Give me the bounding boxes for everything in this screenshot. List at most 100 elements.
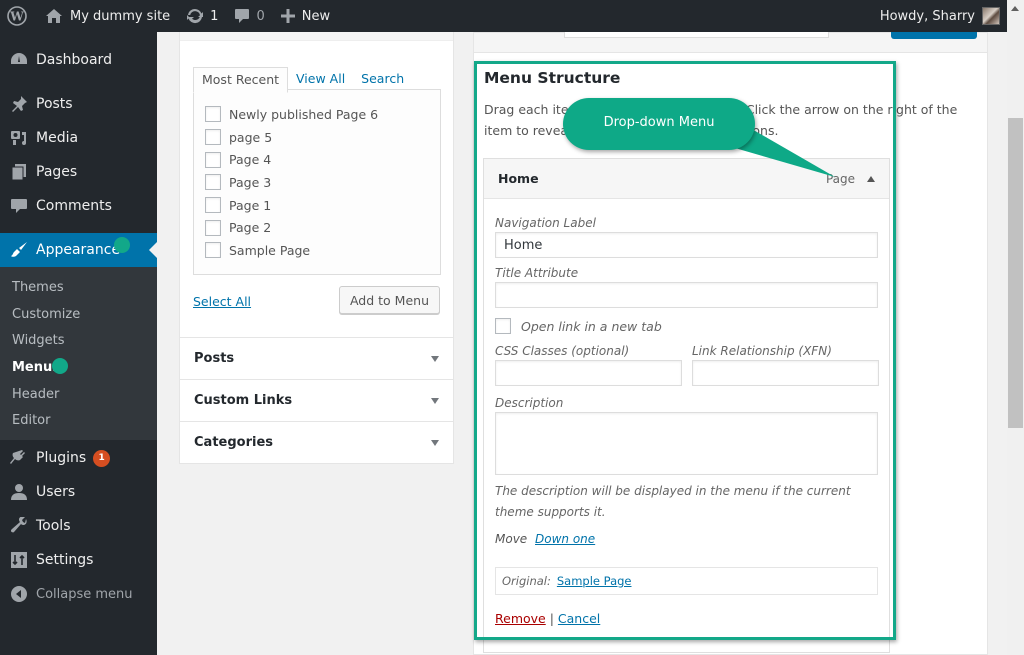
admin-sidebar: Dashboard Posts Media Pages Comments App… — [0, 32, 157, 655]
list-item[interactable]: Newly published Page 6 — [205, 103, 440, 126]
sidebar-item-appearance[interactable]: Appearance — [0, 233, 157, 267]
sidebar-item-settings[interactable]: Settings — [0, 543, 157, 577]
sidebar-item-users[interactable]: Users — [0, 475, 157, 509]
menu-items-sidebar: Most Recent View All Search Newly publis… — [179, 32, 454, 464]
site-name-link[interactable]: My dummy site — [37, 0, 178, 32]
actions-separator: | — [549, 611, 554, 626]
user-icon — [9, 482, 29, 502]
accordion-custom-links[interactable]: Custom Links — [179, 380, 454, 422]
cancel-link[interactable]: Cancel — [558, 611, 600, 626]
original-page-link[interactable]: Sample Page — [557, 574, 632, 588]
move-down-one-link[interactable]: Down one — [535, 532, 595, 546]
collapse-icon — [9, 584, 29, 604]
tab-most-recent[interactable]: Most Recent — [193, 67, 289, 93]
site-name: My dummy site — [70, 8, 171, 24]
page-checkbox[interactable] — [205, 197, 221, 214]
original-link-box: Original: Sample Page — [495, 567, 878, 595]
sidebar-item-tools[interactable]: Tools — [0, 509, 157, 543]
sidebar-item-label: Pages — [36, 164, 78, 180]
comments-link[interactable]: 0 — [226, 0, 272, 32]
page-checkbox[interactable] — [205, 174, 221, 191]
svg-text:W: W — [9, 10, 24, 24]
my-account-menu[interactable]: Howdy, Sharry — [872, 0, 1007, 32]
plus-icon — [280, 9, 295, 23]
updates-icon — [187, 8, 204, 24]
navigation-label-input[interactable] — [495, 232, 878, 258]
sidebar-item-media[interactable]: Media — [0, 121, 157, 155]
title-attribute-input[interactable] — [495, 282, 878, 308]
xfn-input[interactable] — [692, 360, 879, 386]
select-all-link[interactable]: Select All — [193, 294, 251, 309]
remove-link[interactable]: Remove — [495, 611, 546, 626]
list-item[interactable]: Page 1 — [205, 194, 440, 217]
submenu-item-customize[interactable]: Customize — [0, 301, 157, 328]
list-item[interactable]: Page 3 — [205, 171, 440, 194]
collapse-menu-button[interactable]: Collapse menu — [0, 577, 157, 611]
add-to-menu-button[interactable]: Add to Menu — [338, 286, 440, 314]
caret-up-icon[interactable] — [867, 175, 875, 182]
page-label: Newly published Page 6 — [229, 106, 379, 122]
page-label: Page 3 — [229, 174, 272, 190]
cursor-highlight-dot — [114, 237, 130, 253]
pages-panel: Most Recent View All Search Newly publis… — [179, 32, 454, 338]
scrollbar-thumb[interactable] — [1008, 118, 1023, 428]
move-label: Move — [495, 532, 528, 546]
move-row: Move Down one — [495, 532, 879, 546]
submenu-item-widgets[interactable]: Widgets — [0, 327, 157, 354]
page-scrollbar[interactable] — [1007, 0, 1024, 655]
accordion-title: Posts — [194, 351, 235, 366]
new-content-button[interactable]: New — [273, 0, 338, 32]
page-checkbox[interactable] — [205, 151, 221, 168]
sidebar-item-pages[interactable]: Pages — [0, 155, 157, 189]
page-checkbox[interactable] — [205, 106, 221, 123]
sidebar-item-posts[interactable]: Posts — [0, 87, 157, 121]
plugin-icon — [9, 448, 29, 468]
appearance-submenu: Themes Customize Widgets Menus Header Ed… — [0, 267, 157, 441]
scroll-up-arrow-icon[interactable] — [1011, 6, 1019, 11]
menu-name-input[interactable] — [564, 31, 829, 38]
submenu-item-menus[interactable]: Menus — [0, 354, 157, 381]
sidebar-item-label: Media — [36, 130, 79, 146]
description-textarea[interactable] — [495, 412, 878, 475]
css-classes-input[interactable] — [495, 360, 682, 386]
howdy-text: Howdy, Sharry — [879, 8, 975, 24]
description-help: The description will be displayed in the… — [495, 484, 851, 519]
sidebar-item-label: Settings — [36, 552, 94, 569]
sidebar-item-plugins[interactable]: Plugins 1 — [0, 441, 157, 475]
list-item[interactable]: Page 2 — [205, 216, 440, 239]
page-checkbox[interactable] — [205, 129, 221, 146]
page-checkbox[interactable] — [205, 219, 221, 236]
sidebar-item-label: Tools — [36, 518, 71, 535]
accordion-categories[interactable]: Categories — [179, 422, 454, 464]
comments-count: 0 — [256, 8, 265, 24]
list-item[interactable]: Page 4 — [205, 148, 440, 171]
sidebar-item-label: Users — [36, 484, 76, 501]
media-icon — [9, 128, 29, 148]
css-classes-label: CSS Classes (optional) — [495, 344, 630, 358]
sidebar-item-dashboard[interactable]: Dashboard — [0, 43, 157, 77]
comment-icon — [235, 9, 250, 23]
page-label: Sample Page — [229, 242, 311, 258]
accordion-posts[interactable]: Posts — [179, 338, 454, 380]
menu-structure-title: Menu Structure — [484, 69, 621, 87]
plugins-update-badge: 1 — [93, 449, 111, 467]
sidebar-item-comments[interactable]: Comments — [0, 189, 157, 223]
updates-link[interactable]: 1 — [178, 0, 226, 32]
xfn-label: Link Relationship (XFN) — [692, 344, 832, 358]
admin-bar: W My dummy site 1 0 New Howdy, Sharry — [0, 0, 1007, 32]
list-item[interactable]: Sample Page — [205, 239, 440, 262]
caret-down-icon — [431, 355, 439, 362]
paintbrush-icon — [9, 240, 29, 260]
submenu-item-editor[interactable]: Editor — [0, 407, 157, 434]
list-item[interactable]: page 5 — [205, 126, 440, 149]
open-new-tab-checkbox[interactable] — [495, 318, 511, 334]
submenu-item-themes[interactable]: Themes — [0, 274, 157, 301]
submenu-item-header[interactable]: Header — [0, 381, 157, 408]
wp-logo-button[interactable]: W — [0, 0, 37, 32]
original-label: Original: — [502, 574, 551, 588]
page-label: page 5 — [229, 129, 273, 145]
page-checkbox[interactable] — [205, 242, 221, 259]
accordion-title: Categories — [194, 435, 274, 450]
open-new-tab-row: Open link in a new tab — [495, 318, 879, 334]
page-label: Page 4 — [229, 152, 272, 168]
